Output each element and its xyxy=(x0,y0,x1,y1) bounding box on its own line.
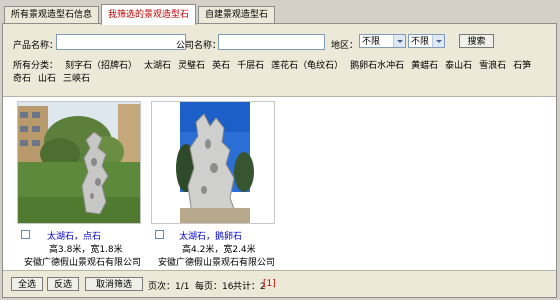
category-link[interactable]: 太湖石 xyxy=(144,61,171,71)
region-province-value: 不限 xyxy=(362,37,381,47)
product-name-input[interactable] xyxy=(56,34,186,50)
product-name-label: 产品名称： xyxy=(13,41,59,51)
main-panel: 产品名称： 公司名称： 地区： 不限 不限 搜索 所有分类： 刻字石（招牌石） 太湖… xyxy=(2,23,557,298)
tab-all-stones[interactable]: 所有景观造型石信息 xyxy=(4,6,100,24)
category-link[interactable]: 山石 xyxy=(38,74,56,84)
tab-bar: 所有景观造型石信息 我筛选的景观造型石 自建景观造型石 xyxy=(4,4,277,25)
category-link[interactable]: 英石 xyxy=(212,61,230,71)
chevron-down-icon xyxy=(393,35,405,47)
category-link[interactable]: 奇石 xyxy=(13,74,31,84)
footer-bar: 全选 反选 取消筛选 页次：1/1 每页：16 共计：2 [1] xyxy=(3,271,556,297)
product-checkbox[interactable] xyxy=(21,230,30,239)
invert-selection-button[interactable]: 反选 xyxy=(47,277,79,291)
category-link[interactable]: 刻字石（招牌石） xyxy=(65,61,137,71)
category-link[interactable]: 泰山石 xyxy=(445,61,472,71)
per-page: 每页：16 xyxy=(195,282,234,292)
region-city-value: 不限 xyxy=(411,37,430,47)
product-company: 安徽广德假山景观石有限公司 xyxy=(24,258,142,268)
product-size: 高3.8米，宽1.8米 xyxy=(49,245,123,255)
product-name-link[interactable]: 太湖石，点石 xyxy=(47,229,101,242)
company-name-input[interactable] xyxy=(218,34,325,50)
category-link[interactable]: 雪浪石 xyxy=(479,61,506,71)
category-link[interactable]: 莲花石（龟纹石） xyxy=(271,61,343,71)
product-name-link[interactable]: 太湖石，鹅卵石 xyxy=(179,229,242,242)
region-label: 地区： xyxy=(331,41,359,51)
product-checkbox[interactable] xyxy=(155,230,164,239)
product-photo[interactable] xyxy=(151,101,275,224)
filter-area: 产品名称： 公司名称： 地区： 不限 不限 搜索 所有分类： 刻字石（招牌石） 太湖… xyxy=(3,24,556,97)
region-province-select[interactable]: 不限 xyxy=(359,34,406,48)
product-size: 高4.2米，宽2.4米 xyxy=(182,245,256,255)
product-card xyxy=(151,101,275,224)
category-link[interactable]: 千层石 xyxy=(237,61,264,71)
product-company: 安徽广德假山景观石有限公司 xyxy=(158,258,276,268)
page-link[interactable]: [1] xyxy=(263,279,276,289)
category-link[interactable]: 三峡石 xyxy=(63,74,90,84)
total-count: 共计：2 xyxy=(233,282,266,292)
category-link[interactable]: 黄蜡石 xyxy=(411,61,438,71)
category-list: 所有分类： 刻字石（招牌石） 太湖石 灵璧石 英石 千层石 莲花石（龟纹石） 鹅卵石水冲石 黄蜡… xyxy=(13,60,548,86)
company-name-label: 公司名称： xyxy=(176,41,222,51)
tab-self-built[interactable]: 自建景观造型石 xyxy=(198,6,276,24)
chevron-down-icon xyxy=(432,35,444,47)
search-button[interactable]: 搜索 xyxy=(459,34,494,48)
category-label: 所有分类： xyxy=(13,61,59,71)
select-all-button[interactable]: 全选 xyxy=(11,277,43,291)
category-link[interactable]: 石笋 xyxy=(513,61,531,71)
region-city-select[interactable]: 不限 xyxy=(408,34,445,48)
product-photo[interactable] xyxy=(17,101,141,224)
tab-my-filtered[interactable]: 我筛选的景观造型石 xyxy=(101,4,197,25)
category-link[interactable]: 鹅卵石水冲石 xyxy=(350,61,404,71)
product-card xyxy=(17,101,141,224)
results-area: 太湖石，点石 高3.8米，宽1.8米 安徽广德假山景观石有限公司 太湖石，鹅卵石… xyxy=(3,97,556,271)
category-link[interactable]: 灵璧石 xyxy=(178,61,205,71)
cancel-filter-button[interactable]: 取消筛选 xyxy=(85,277,143,291)
page-info: 页次：1/1 xyxy=(148,282,190,292)
